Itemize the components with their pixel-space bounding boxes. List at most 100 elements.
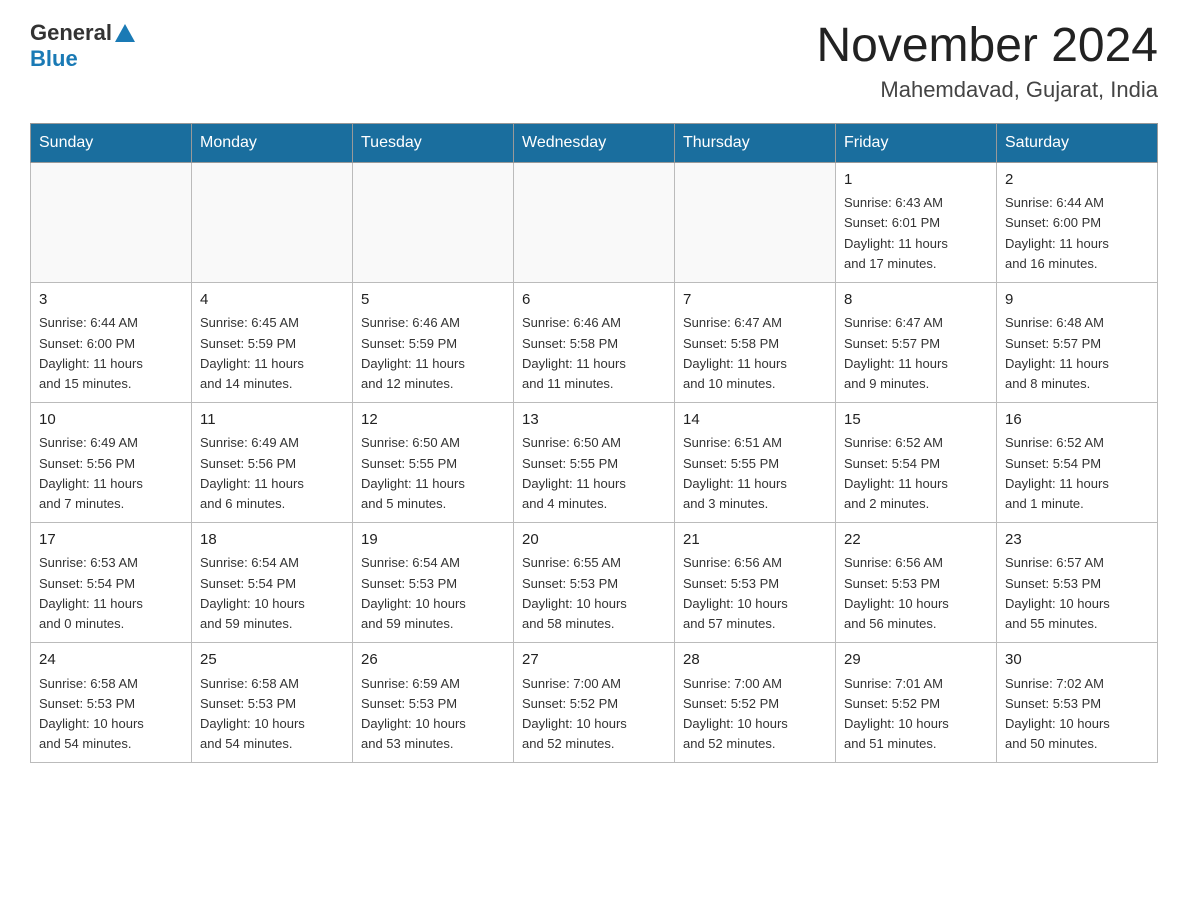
logo-text-general: General [30, 20, 112, 46]
weekday-header-wednesday: Wednesday [514, 123, 675, 162]
calendar-cell: 20Sunrise: 6:55 AMSunset: 5:53 PMDayligh… [514, 522, 675, 642]
day-number: 16 [1005, 409, 1149, 432]
day-info: Sunrise: 6:54 AMSunset: 5:54 PMDaylight:… [200, 553, 344, 634]
title-block: November 2024 Mahemdavad, Gujarat, India [816, 20, 1158, 103]
calendar-cell: 4Sunrise: 6:45 AMSunset: 5:59 PMDaylight… [192, 282, 353, 402]
calendar-cell: 15Sunrise: 6:52 AMSunset: 5:54 PMDayligh… [836, 402, 997, 522]
day-number: 25 [200, 649, 344, 672]
weekday-header-thursday: Thursday [675, 123, 836, 162]
day-number: 6 [522, 289, 666, 312]
week-row-3: 10 Sunrise: 6:49 AMSunset: 5:56 PMDayligh… [31, 402, 1158, 522]
day-info: Sunrise: 6:54 AMSunset: 5:53 PMDaylight:… [361, 553, 505, 634]
day-info: Sunrise: 6:44 AMSunset: 6:00 PMDaylight:… [1005, 193, 1149, 274]
day-info: Sunrise: 6:50 AMSunset: 5:55 PMDaylight:… [522, 433, 666, 514]
day-number: 2 [1005, 169, 1149, 192]
weekday-header-row: SundayMondayTuesdayWednesdayThursdayFrid… [31, 123, 1158, 162]
calendar-cell [353, 162, 514, 282]
calendar-cell: 26Sunrise: 6:59 AMSunset: 5:53 PMDayligh… [353, 643, 514, 763]
calendar-cell: 3Sunrise: 6:44 AMSunset: 6:00 PMDaylight… [31, 282, 192, 402]
day-number: 20 [522, 529, 666, 552]
calendar-cell: 2Sunrise: 6:44 AMSunset: 6:00 PMDaylight… [997, 162, 1158, 282]
day-info: Sunrise: 6:46 AMSunset: 5:59 PMDaylight:… [361, 313, 505, 394]
week-row-5: 24Sunrise: 6:58 AMSunset: 5:53 PMDayligh… [31, 643, 1158, 763]
day-number: 13 [522, 409, 666, 432]
day-info: Sunrise: 6:56 AMSunset: 5:53 PMDaylight:… [683, 553, 827, 634]
calendar-cell: 12Sunrise: 6:50 AMSunset: 5:55 PMDayligh… [353, 402, 514, 522]
week-row-4: 17Sunrise: 6:53 AMSunset: 5:54 PMDayligh… [31, 522, 1158, 642]
day-number: 15 [844, 409, 988, 432]
day-info: Sunrise: 6:44 AMSunset: 6:00 PMDaylight:… [39, 313, 183, 394]
calendar-cell: 6Sunrise: 6:46 AMSunset: 5:58 PMDaylight… [514, 282, 675, 402]
day-info: Sunrise: 6:59 AMSunset: 5:53 PMDaylight:… [361, 674, 505, 755]
day-info: Sunrise: 6:58 AMSunset: 5:53 PMDaylight:… [200, 674, 344, 755]
day-info: Sunrise: 6:52 AMSunset: 5:54 PMDaylight:… [844, 433, 988, 514]
calendar-cell: 17Sunrise: 6:53 AMSunset: 5:54 PMDayligh… [31, 522, 192, 642]
calendar-cell: 16Sunrise: 6:52 AMSunset: 5:54 PMDayligh… [997, 402, 1158, 522]
day-number: 24 [39, 649, 183, 672]
calendar-cell: 28Sunrise: 7:00 AMSunset: 5:52 PMDayligh… [675, 643, 836, 763]
day-number: 27 [522, 649, 666, 672]
calendar-table: SundayMondayTuesdayWednesdayThursdayFrid… [30, 123, 1158, 763]
calendar-cell: 11Sunrise: 6:49 AMSunset: 5:56 PMDayligh… [192, 402, 353, 522]
calendar-cell: 19Sunrise: 6:54 AMSunset: 5:53 PMDayligh… [353, 522, 514, 642]
day-number: 21 [683, 529, 827, 552]
calendar-cell: 10Sunrise: 6:49 AMSunset: 5:56 PMDayligh… [31, 402, 192, 522]
day-number: 7 [683, 289, 827, 312]
calendar-cell [675, 162, 836, 282]
day-number: 8 [844, 289, 988, 312]
day-number: 9 [1005, 289, 1149, 312]
day-number: 18 [200, 529, 344, 552]
calendar-cell: 30Sunrise: 7:02 AMSunset: 5:53 PMDayligh… [997, 643, 1158, 763]
day-info: Sunrise: 7:01 AMSunset: 5:52 PMDaylight:… [844, 674, 988, 755]
day-info: Sunrise: 6:47 AMSunset: 5:57 PMDaylight:… [844, 313, 988, 394]
day-info: Sunrise: 6:47 AMSunset: 5:58 PMDaylight:… [683, 313, 827, 394]
day-info: Sunrise: 6:45 AMSunset: 5:59 PMDaylight:… [200, 313, 344, 394]
day-info: Sunrise: 6:52 AMSunset: 5:54 PMDaylight:… [1005, 433, 1149, 514]
calendar-cell: 7Sunrise: 6:47 AMSunset: 5:58 PMDaylight… [675, 282, 836, 402]
logo: General Blue [30, 20, 136, 72]
day-info: Sunrise: 7:00 AMSunset: 5:52 PMDaylight:… [522, 674, 666, 755]
day-number: 1 [844, 169, 988, 192]
calendar-cell: 24Sunrise: 6:58 AMSunset: 5:53 PMDayligh… [31, 643, 192, 763]
calendar-cell: 13Sunrise: 6:50 AMSunset: 5:55 PMDayligh… [514, 402, 675, 522]
day-number: 10 [39, 409, 183, 432]
day-info: Sunrise: 6:56 AMSunset: 5:53 PMDaylight:… [844, 553, 988, 634]
day-info: Sunrise: 6:50 AMSunset: 5:55 PMDaylight:… [361, 433, 505, 514]
weekday-header-saturday: Saturday [997, 123, 1158, 162]
day-number: 3 [39, 289, 183, 312]
location-subtitle: Mahemdavad, Gujarat, India [816, 77, 1158, 103]
day-info: Sunrise: 6:48 AMSunset: 5:57 PMDaylight:… [1005, 313, 1149, 394]
weekday-header-monday: Monday [192, 123, 353, 162]
logo-text-blue: Blue [30, 46, 78, 72]
calendar-cell: 9Sunrise: 6:48 AMSunset: 5:57 PMDaylight… [997, 282, 1158, 402]
weekday-header-tuesday: Tuesday [353, 123, 514, 162]
calendar-cell: 5Sunrise: 6:46 AMSunset: 5:59 PMDaylight… [353, 282, 514, 402]
page-header: General Blue November 2024 Mahemdavad, G… [30, 20, 1158, 103]
calendar-cell: 14Sunrise: 6:51 AMSunset: 5:55 PMDayligh… [675, 402, 836, 522]
day-info: Sunrise: 7:02 AMSunset: 5:53 PMDaylight:… [1005, 674, 1149, 755]
day-info: Sunrise: 6:51 AMSunset: 5:55 PMDaylight:… [683, 433, 827, 514]
calendar-cell: 25Sunrise: 6:58 AMSunset: 5:53 PMDayligh… [192, 643, 353, 763]
day-info: Sunrise: 6:58 AMSunset: 5:53 PMDaylight:… [39, 674, 183, 755]
week-row-1: 1Sunrise: 6:43 AMSunset: 6:01 PMDaylight… [31, 162, 1158, 282]
calendar-cell: 22Sunrise: 6:56 AMSunset: 5:53 PMDayligh… [836, 522, 997, 642]
day-info: Sunrise: 6:53 AMSunset: 5:54 PMDaylight:… [39, 553, 183, 634]
weekday-header-friday: Friday [836, 123, 997, 162]
day-info: Sunrise: 7:00 AMSunset: 5:52 PMDaylight:… [683, 674, 827, 755]
calendar-cell [514, 162, 675, 282]
day-number: 17 [39, 529, 183, 552]
day-number: 19 [361, 529, 505, 552]
day-number: 29 [844, 649, 988, 672]
calendar-cell: 29Sunrise: 7:01 AMSunset: 5:52 PMDayligh… [836, 643, 997, 763]
day-info: Sunrise: 6:49 AMSunset: 5:56 PMDaylight:… [200, 433, 344, 514]
day-info: Sunrise: 6:55 AMSunset: 5:53 PMDaylight:… [522, 553, 666, 634]
calendar-cell: 23Sunrise: 6:57 AMSunset: 5:53 PMDayligh… [997, 522, 1158, 642]
calendar-cell [192, 162, 353, 282]
calendar-cell: 8Sunrise: 6:47 AMSunset: 5:57 PMDaylight… [836, 282, 997, 402]
logo-triangle-icon [114, 22, 136, 44]
day-info: Sunrise: 6:43 AMSunset: 6:01 PMDaylight:… [844, 193, 988, 274]
calendar-cell: 18Sunrise: 6:54 AMSunset: 5:54 PMDayligh… [192, 522, 353, 642]
day-number: 28 [683, 649, 827, 672]
day-number: 30 [1005, 649, 1149, 672]
day-number: 26 [361, 649, 505, 672]
